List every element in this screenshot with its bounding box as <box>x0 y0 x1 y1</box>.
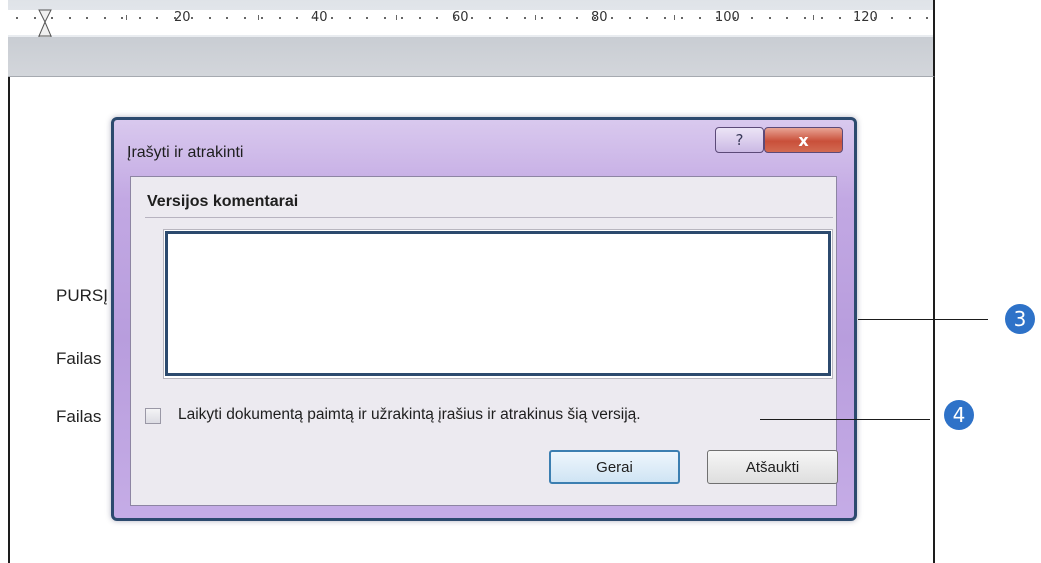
ruler-dot <box>488 17 491 19</box>
ruler-dot <box>471 17 473 19</box>
ruler-dot <box>733 17 736 19</box>
ok-button[interactable]: Gerai <box>549 450 680 484</box>
version-comments-label: Versijos komentarai <box>147 193 299 210</box>
ruler-tick <box>813 15 814 20</box>
ruler-dot <box>838 17 841 19</box>
ruler-dot <box>331 17 333 19</box>
ruler-dot <box>313 17 316 19</box>
ruler-dot <box>138 17 141 19</box>
ruler-dot <box>348 17 351 19</box>
ruler-dot <box>296 17 298 19</box>
ruler-dot <box>103 17 106 19</box>
ruler-dot <box>401 17 403 19</box>
ruler-dot <box>663 17 666 19</box>
ruler-dot <box>821 17 823 19</box>
cancel-button[interactable]: Atšaukti <box>707 450 838 484</box>
ruler-tick <box>396 15 397 20</box>
document-line: Failas <box>56 407 102 426</box>
callout-badge: 3 <box>1005 304 1035 334</box>
ruler-dot <box>68 17 71 19</box>
ruler-label: 100 <box>715 10 740 25</box>
ruler-band <box>8 10 933 35</box>
ruler-label: 20 <box>174 10 191 25</box>
ruler-dot <box>716 17 718 19</box>
callout-line <box>858 319 988 320</box>
dialog-title: Įrašyti ir atrakinti <box>127 144 244 161</box>
keep-checked-out-label[interactable]: Laikyti dokumentą paimtą ir užrakintą įr… <box>178 406 641 424</box>
ruler-dot <box>803 17 806 19</box>
ruler-dot <box>191 17 193 19</box>
ruler-dot <box>208 17 211 19</box>
ruler-tick <box>674 15 675 20</box>
ruler-dot <box>541 17 543 19</box>
ruler-dot <box>121 17 123 19</box>
document-line: Failas <box>56 349 102 368</box>
ruler-dot <box>418 17 421 19</box>
ruler-dot <box>278 17 281 19</box>
dialog-body: Versijos komentarai Laikyti dokumentą pa… <box>130 176 838 506</box>
ruler-dot <box>243 17 246 19</box>
ruler-dot <box>86 17 88 19</box>
ruler-tick <box>258 15 259 20</box>
ruler-dot <box>453 17 456 19</box>
ruler-dot <box>768 17 771 19</box>
ruler-dot <box>856 17 858 19</box>
ruler-dot <box>873 17 876 19</box>
document-line: PURSĮ <box>56 286 108 305</box>
ruler-margin-area <box>8 37 935 77</box>
ruler-dot <box>593 17 596 19</box>
ruler-dot <box>523 17 526 19</box>
group-divider <box>145 217 833 218</box>
keep-checked-out-checkbox[interactable] <box>145 408 161 424</box>
ruler-dot <box>16 17 18 19</box>
close-button[interactable]: x <box>764 127 843 153</box>
ruler-tick <box>535 15 536 20</box>
ruler-dot <box>611 17 613 19</box>
callout-badge: 4 <box>944 400 974 430</box>
ruler-dot <box>366 17 368 19</box>
save-unlock-dialog: Įrašyti ir atrakinti ? x Versijos koment… <box>111 117 857 521</box>
ruler-dot <box>383 17 386 19</box>
ruler-dot <box>908 17 911 19</box>
ruler-dot <box>558 17 561 19</box>
ruler-tick <box>126 15 127 20</box>
ruler-dot <box>33 17 36 19</box>
ruler-dot <box>891 17 893 19</box>
horizontal-ruler[interactable]: 20 40 60 80 100 120 <box>8 0 935 43</box>
help-button[interactable]: ? <box>715 127 764 153</box>
ruler-dot <box>506 17 508 19</box>
callout-line <box>760 419 930 420</box>
ruler-dot <box>786 17 788 19</box>
ruler-dot <box>926 17 928 19</box>
close-icon: x <box>798 130 809 150</box>
help-icon: ? <box>735 131 744 149</box>
ruler-dot <box>261 17 263 19</box>
ruler-dot <box>436 17 438 19</box>
ruler-dot <box>628 17 631 19</box>
ruler-dot <box>646 17 648 19</box>
ruler-dot <box>576 17 578 19</box>
ruler-dot <box>751 17 753 19</box>
ruler-dot <box>226 17 228 19</box>
ruler-dot <box>156 17 158 19</box>
ruler-dot <box>173 17 176 19</box>
version-comment-input[interactable] <box>165 231 831 376</box>
ruler-dot <box>681 17 683 19</box>
ruler-dot <box>698 17 701 19</box>
